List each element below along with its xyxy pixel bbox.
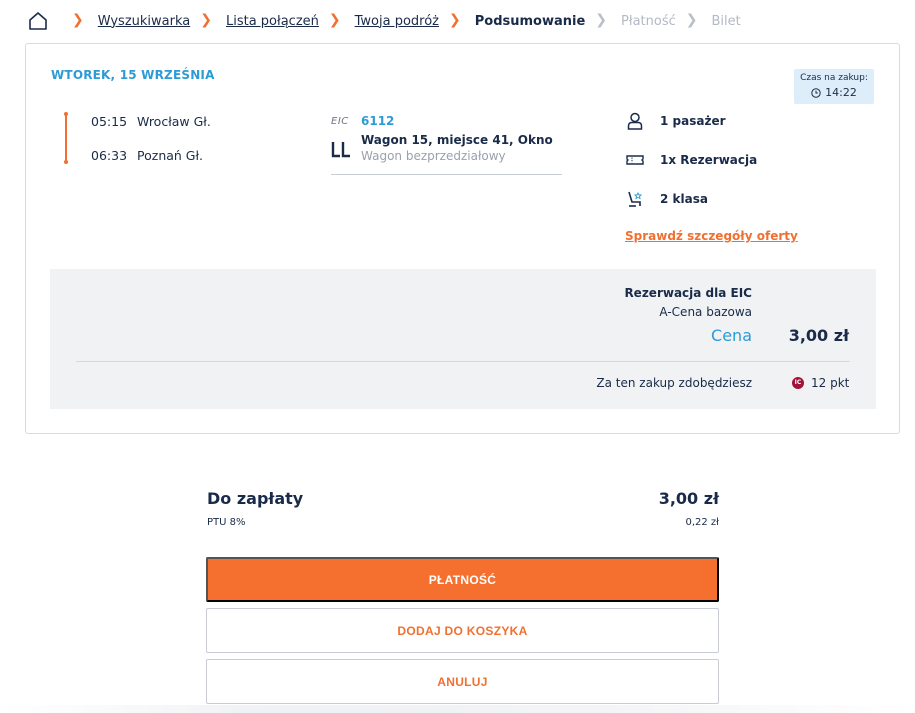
feature-label: 1x Rezerwacja	[660, 153, 758, 167]
breadcrumb-payment: Płatność	[621, 13, 676, 29]
chevron-right-icon: ❯	[72, 12, 84, 28]
carrier-logo: EIC	[331, 116, 349, 127]
tax-label: PTU 8%	[207, 517, 246, 528]
route-end-dot	[64, 160, 68, 164]
departure-station: Wrocław Gł.	[137, 114, 211, 129]
ic-points-icon: IC	[792, 377, 804, 389]
payment-button[interactable]: PŁATNOŚĆ	[206, 557, 719, 602]
chevron-right-icon: ❯	[595, 12, 608, 28]
wagon-seat: Wagon 15, miejsce 41, Okno	[361, 133, 553, 147]
price-value: 3,00 zł	[788, 326, 849, 345]
points-label: Za ten zakup zdobędziesz	[596, 376, 752, 390]
class-seat-icon	[628, 191, 643, 207]
route-start-dot	[64, 112, 68, 116]
points-value: 12 pkt	[811, 376, 850, 390]
offer-details-link[interactable]: Sprawdź szczegóły oferty	[625, 229, 798, 243]
price-breakdown: Rezerwacja dla EIC A-Cena bazowa Cena 3,…	[50, 269, 876, 409]
breadcrumb-search[interactable]: Wyszukiwarka	[98, 14, 191, 29]
clock-icon	[811, 87, 821, 98]
route-line	[65, 114, 67, 162]
purchase-timer: Czas na zakup: 14:22	[794, 69, 874, 104]
total-title: Do zapłaty	[207, 489, 304, 508]
feature-passengers: 1 pasażer	[626, 112, 726, 130]
timer-value: 14:22	[825, 86, 857, 99]
arrival-station: Poznań Gł.	[137, 148, 204, 163]
reservation-title: Rezerwacja dla EIC	[624, 286, 752, 300]
chevron-right-icon: ❯	[328, 12, 341, 28]
tax-value: 0,22 zł	[685, 517, 719, 528]
seat-icon	[331, 142, 350, 158]
price-label: Cena	[711, 326, 752, 345]
divider	[76, 361, 850, 362]
wagon-type: Wagon bezprzedziałowy	[361, 149, 506, 163]
departure-stop: 05:15 Wrocław Gł.	[91, 114, 211, 129]
arrival-time: 06:33	[91, 148, 128, 163]
chevron-right-icon: ❯	[685, 12, 698, 28]
departure-time: 05:15	[91, 114, 128, 129]
total-amount: 3,00 zł	[658, 489, 719, 508]
timer-label: Czas na zakup:	[800, 73, 868, 83]
chevron-right-icon: ❯	[200, 12, 212, 28]
train-info: EIC 6112 Wagon 15, miejsce 41, Okno Wago…	[331, 114, 562, 175]
passenger-icon	[627, 112, 643, 130]
feature-reservation: 1x Rezerwacja	[626, 151, 757, 169]
journey-date: WTOREK, 15 WRZEŚNIA	[51, 68, 215, 82]
feature-label: 1 pasażer	[660, 114, 726, 128]
feature-class: 2 klasa	[626, 190, 708, 208]
journey-card: WTOREK, 15 WRZEŚNIA Czas na zakup: 14:22…	[25, 43, 900, 434]
breadcrumb-connections[interactable]: Lista połączeń	[226, 14, 319, 29]
ticket-icon	[626, 155, 644, 165]
add-to-cart-button[interactable]: DODAJ DO KOSZYKA	[206, 608, 719, 653]
tariff-name: A-Cena bazowa	[659, 305, 752, 319]
arrival-stop: 06:33 Poznań Gł.	[91, 148, 203, 163]
home-icon[interactable]	[28, 11, 48, 31]
chevron-right-icon: ❯	[449, 12, 461, 28]
breadcrumb-your-trip[interactable]: Twoja podróż	[355, 14, 439, 29]
train-number: 6112	[361, 114, 395, 128]
breadcrumb-summary: Podsumowanie	[474, 13, 586, 29]
feature-label: 2 klasa	[660, 192, 708, 206]
footer-edge	[0, 705, 915, 713]
cancel-button[interactable]: ANULUJ	[206, 659, 719, 704]
breadcrumb-ticket: Bilet	[711, 13, 741, 29]
timer-value-wrap: 14:22	[794, 86, 874, 99]
breadcrumb: ❯ Wyszukiwarka ❯ Lista połączeń ❯ Twoja …	[28, 9, 741, 33]
